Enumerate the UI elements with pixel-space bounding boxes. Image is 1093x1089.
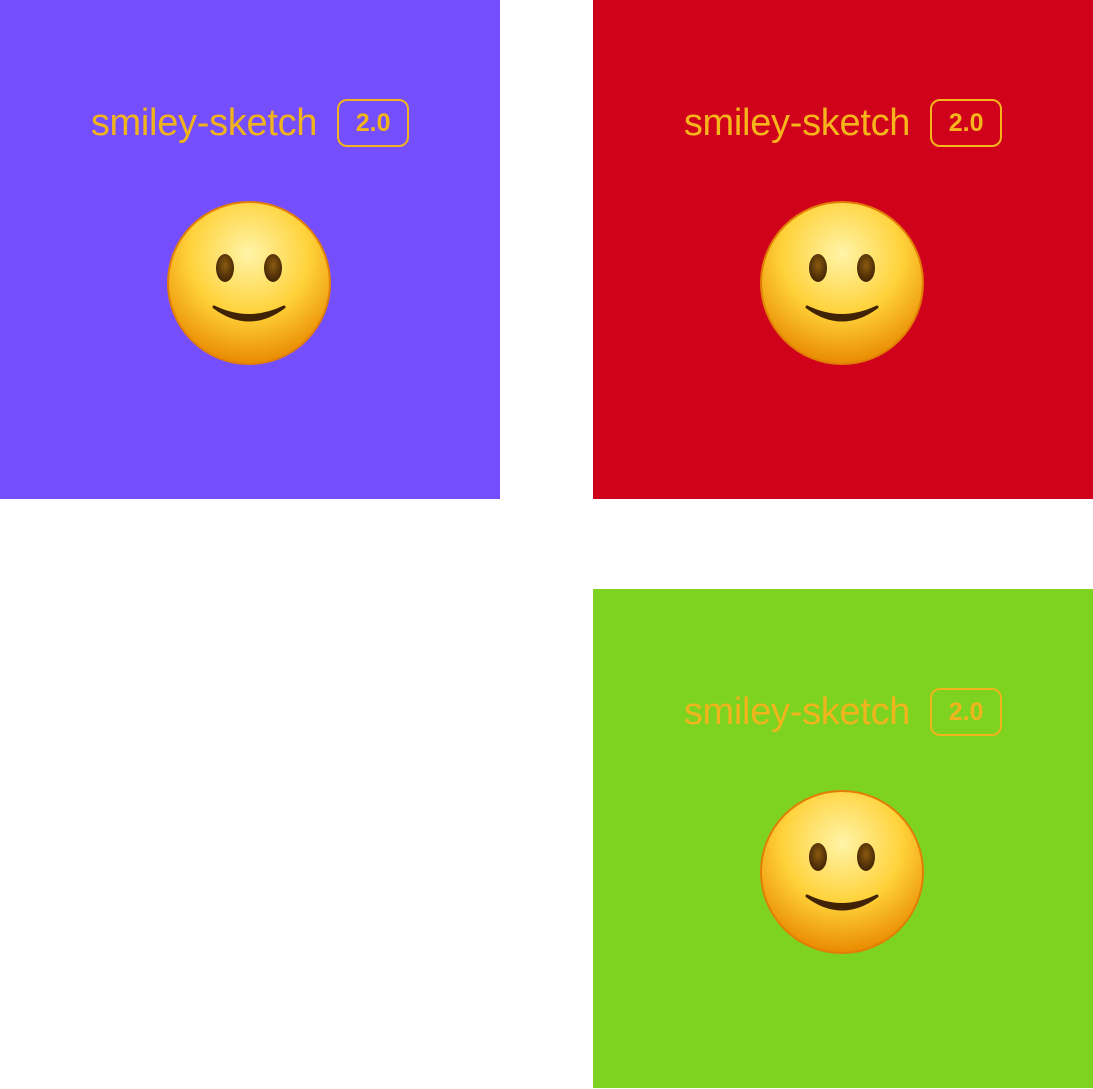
brand-name: smiley-sketch — [683, 691, 911, 733]
version-badge: 2.0 — [337, 99, 410, 147]
brand-name: smiley-sketch — [90, 102, 318, 144]
logo-tile-purple: smiley-sketch 2.0 — [0, 0, 500, 499]
logo-tile-red: smiley-sketch 2.0 — [593, 0, 1093, 499]
brand-lockup: smiley-sketch 2.0 — [593, 687, 1093, 737]
brand-lockup: smiley-sketch 2.0 — [0, 98, 500, 148]
smiley-face-icon — [167, 201, 331, 365]
brand-name: smiley-sketch — [683, 102, 911, 144]
version-badge: 2.0 — [930, 99, 1003, 147]
smiley-face-icon — [760, 201, 924, 365]
brand-lockup: smiley-sketch 2.0 — [593, 98, 1093, 148]
smiley-face-icon — [760, 790, 924, 954]
version-badge: 2.0 — [930, 688, 1003, 736]
logo-tile-green: smiley-sketch 2.0 — [593, 589, 1093, 1088]
